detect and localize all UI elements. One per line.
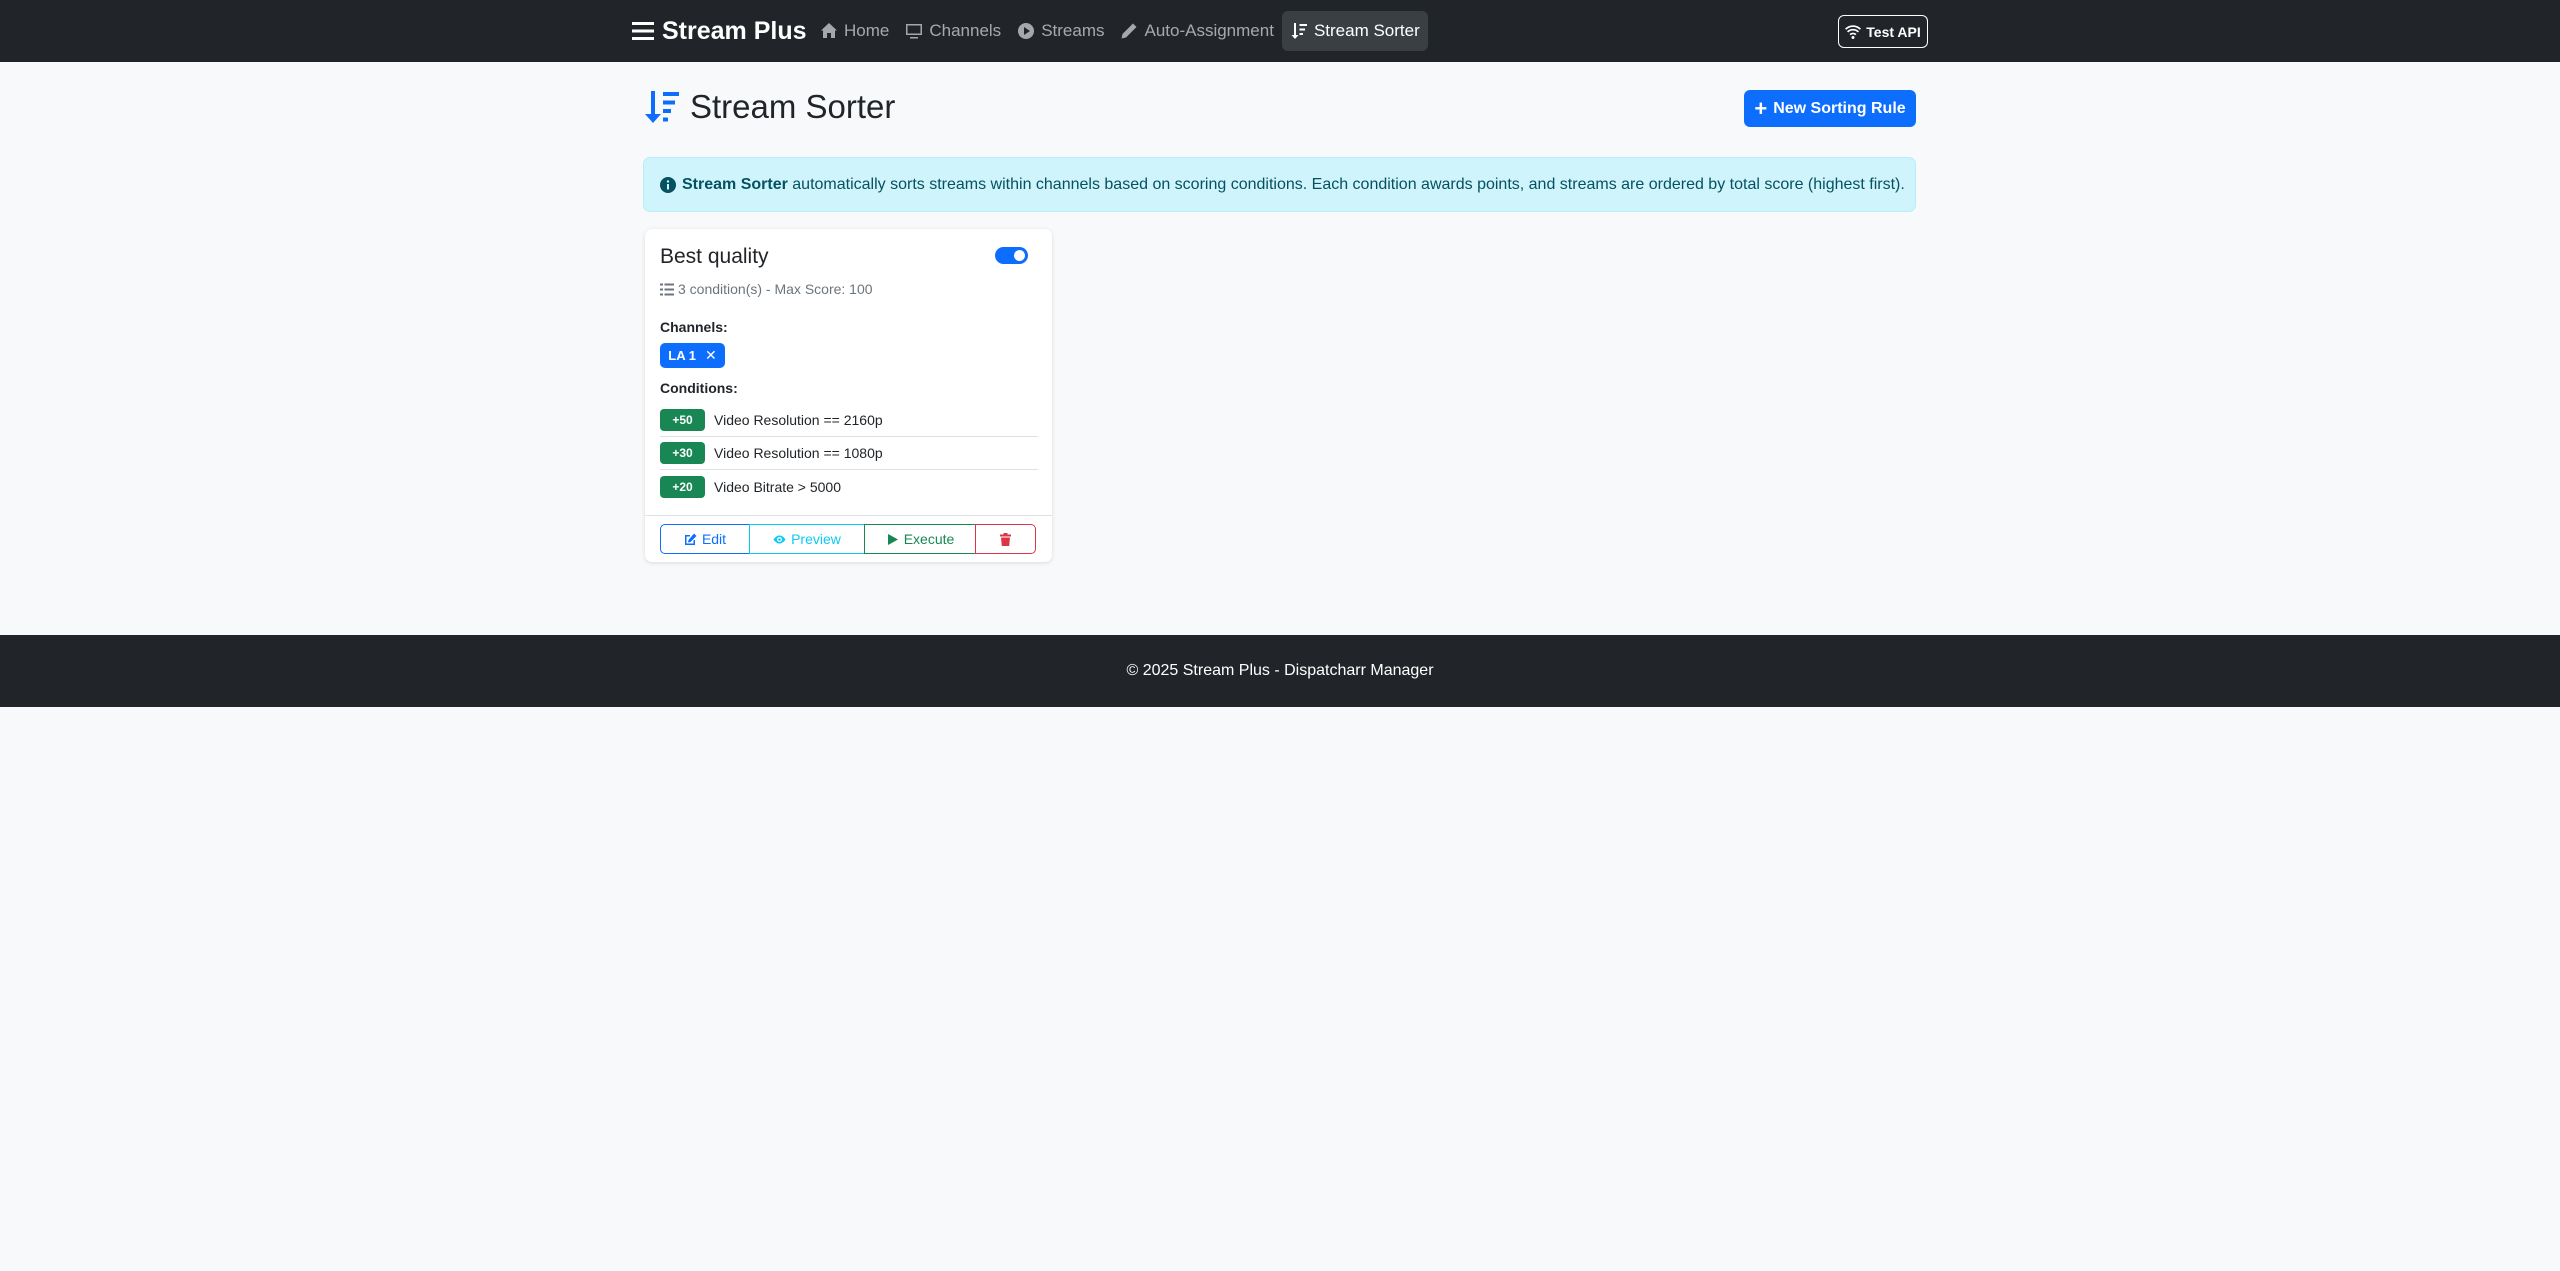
condition-text: Video Resolution == 2160p [714, 412, 883, 428]
rule-meta-text: 3 condition(s) - Max Score: 100 [678, 281, 873, 297]
channels-label: Channels: [660, 319, 728, 335]
page-title: Stream Sorter [643, 86, 895, 128]
test-api-label: Test API [1866, 23, 1921, 40]
edit-icon [684, 533, 697, 545]
pencil-icon [1121, 23, 1137, 39]
preview-button[interactable]: Preview [748, 524, 866, 554]
execute-label: Execute [903, 531, 955, 547]
score-badge: +30 [660, 442, 705, 464]
preview-label: Preview [791, 531, 841, 547]
rule-meta: 3 condition(s) - Max Score: 100 [660, 281, 873, 297]
condition-text: Video Resolution == 1080p [714, 445, 883, 461]
nav-auto-assignment[interactable]: Auto-Assignment [1112, 11, 1281, 51]
execute-button[interactable]: Execute [864, 524, 976, 554]
footer-text: © 2025 Stream Plus - Dispatcharr Manager [1126, 662, 1434, 679]
wifi-icon [1845, 24, 1862, 39]
nav-home-label: Home [844, 21, 890, 40]
nav-stream-sorter-label: Stream Sorter [1313, 21, 1420, 40]
conditions-list: +50 Video Resolution == 2160p +30 Video … [660, 404, 1038, 503]
card-actions: Edit Preview Execute [645, 515, 1052, 562]
condition-row: +50 Video Resolution == 2160p [660, 404, 1038, 437]
brand-link[interactable]: Stream Plus [632, 16, 807, 46]
plus-icon: + [1754, 95, 1768, 121]
edit-button[interactable]: Edit [660, 524, 750, 554]
action-button-group: Edit Preview Execute [660, 524, 1036, 554]
home-icon [821, 23, 837, 38]
list-icon [632, 22, 654, 40]
main-nav: Home Channels Streams Auto-Assignment St… [812, 11, 1428, 51]
rule-title: Best quality [660, 245, 769, 268]
list-ol-icon [660, 283, 674, 295]
info-circle-icon [660, 176, 676, 193]
trash-icon [999, 532, 1011, 546]
sort-icon [1291, 23, 1307, 39]
nav-channels[interactable]: Channels [897, 11, 1009, 51]
page-footer: © 2025 Stream Plus - Dispatcharr Manager [0, 635, 2560, 707]
alert-strong: Stream Sorter [682, 175, 788, 193]
rule-enabled-toggle[interactable] [995, 247, 1028, 264]
channel-badge-label: LA 1 [668, 348, 696, 363]
condition-text: Video Bitrate > 5000 [714, 478, 842, 495]
sorting-rule-card: Best quality 3 condition(s) - Max Score:… [645, 229, 1052, 562]
new-sorting-rule-label: New Sorting Rule [1773, 99, 1906, 117]
nav-streams-label: Streams [1041, 21, 1105, 40]
nav-home[interactable]: Home [812, 11, 897, 51]
nav-stream-sorter[interactable]: Stream Sorter [1281, 11, 1428, 51]
score-badge: +20 [660, 475, 705, 498]
edit-label: Edit [701, 531, 727, 547]
channel-badge: LA 1 ✕ [660, 343, 725, 368]
eye-icon [773, 535, 786, 543]
condition-row: +20 Video Bitrate > 5000 [660, 470, 1038, 503]
conditions-label: Conditions: [660, 380, 738, 396]
navbar: Stream Plus Home Channels Streams Auto-A… [0, 0, 2560, 62]
alert-text: Stream Sorter automatically sorts stream… [682, 176, 1905, 194]
play-circle-icon [1018, 23, 1035, 39]
score-badge: +50 [660, 409, 705, 431]
page-title-text: Stream Sorter [690, 88, 896, 125]
nav-channels-label: Channels [929, 21, 1002, 40]
nav-streams[interactable]: Streams [1009, 11, 1112, 51]
new-sorting-rule-button[interactable]: + New Sorting Rule [1744, 90, 1916, 127]
test-api-button[interactable]: Test API [1838, 15, 1928, 48]
condition-row: +30 Video Resolution == 1080p [660, 437, 1038, 470]
delete-button[interactable] [974, 524, 1036, 554]
info-alert: Stream Sorter automatically sorts stream… [643, 157, 1916, 212]
monitor-icon [906, 24, 923, 39]
play-icon [887, 533, 898, 545]
alert-body: automatically sorts streams within chann… [787, 175, 1905, 193]
remove-channel-icon[interactable]: ✕ [705, 347, 717, 364]
sort-icon [645, 91, 679, 123]
nav-auto-assignment-label: Auto-Assignment [1144, 21, 1274, 40]
brand-name: Stream Plus [662, 16, 807, 45]
